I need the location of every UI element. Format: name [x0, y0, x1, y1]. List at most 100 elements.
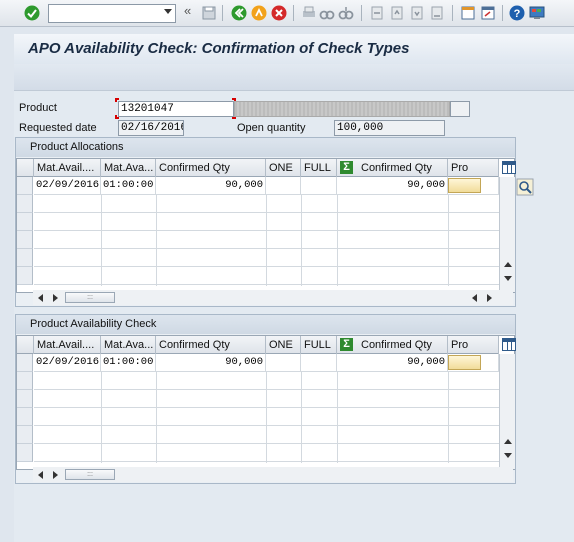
focus-corner-icon — [115, 98, 119, 102]
row-selector[interactable] — [17, 390, 33, 408]
column-header-pro[interactable]: Pro — [448, 336, 499, 354]
last-page-icon[interactable] — [428, 4, 446, 22]
scroll-left-icon[interactable] — [38, 294, 43, 302]
column-header-one[interactable]: ONE — [266, 159, 301, 177]
cell-time: 01:00:00 — [101, 354, 156, 372]
back-icon[interactable] — [230, 4, 248, 22]
column-header-mat-avail-time[interactable]: Mat.Ava... — [101, 336, 156, 354]
focus-corner-icon — [115, 115, 119, 119]
cell-time: 01:00:00 — [101, 177, 156, 195]
scroll-down-icon[interactable] — [504, 453, 512, 458]
shortcut-icon[interactable] — [479, 4, 497, 22]
column-header-mat-avail-time[interactable]: Mat.Ava... — [101, 159, 156, 177]
open-quantity-label: Open quantity — [237, 122, 306, 134]
product-allocations-group: Product Allocations Mat.Avail.... Mat.Av… — [15, 137, 516, 307]
column-header-full[interactable]: FULL — [301, 159, 337, 177]
scroll-up-icon[interactable] — [504, 262, 512, 267]
cell-full — [301, 354, 337, 372]
requested-date-value: 02/16/2016 — [121, 122, 184, 134]
select-all-cell[interactable] — [17, 159, 34, 177]
standard-toolbar: « ? — [0, 0, 574, 27]
column-header-sum-confirmed-qty[interactable]: Σ Confirmed Qty — [337, 336, 448, 354]
svg-text:?: ? — [514, 8, 521, 20]
product-availability-check-grid: Mat.Avail.... Mat.Ava... Confirmed Qty O… — [16, 335, 516, 470]
row-selector[interactable] — [17, 267, 33, 285]
row-selector[interactable] — [17, 372, 33, 390]
cell-pro — [448, 177, 499, 195]
command-dropdown-icon[interactable] — [164, 9, 172, 14]
scroll-left-end-icon[interactable] — [472, 294, 477, 302]
customize-layout-icon[interactable] — [528, 4, 546, 22]
column-header-confirmed-qty[interactable]: Confirmed Qty — [156, 159, 266, 177]
column-header-sum-confirmed-qty[interactable]: Σ Confirmed Qty — [337, 159, 448, 177]
grid-header: Mat.Avail.... Mat.Ava... Confirmed Qty O… — [17, 159, 499, 177]
sum-icon: Σ — [340, 338, 353, 351]
column-header-sum-confirmed-qty-label: Confirmed Qty — [361, 162, 432, 174]
cell-confirmed-qty: 90,000 — [156, 354, 266, 372]
next-page-icon[interactable] — [408, 4, 426, 22]
horizontal-scrollbar[interactable]: ::: — [33, 467, 513, 482]
cell-one — [266, 354, 301, 372]
row-selector[interactable] — [17, 249, 33, 267]
scroll-right-end-icon[interactable] — [487, 294, 492, 302]
find-icon[interactable] — [318, 4, 336, 22]
row-selector[interactable] — [17, 195, 33, 213]
row-selector[interactable] — [17, 177, 33, 195]
save-icon[interactable] — [200, 4, 218, 22]
scroll-up-icon[interactable] — [504, 439, 512, 444]
scroll-left-icon[interactable] — [38, 471, 43, 479]
open-quantity-field: 100,000 — [334, 120, 445, 136]
new-session-icon[interactable] — [459, 4, 477, 22]
exit-icon[interactable] — [250, 4, 268, 22]
open-quantity-value: 100,000 — [337, 122, 384, 134]
product-allocation-button[interactable] — [448, 178, 481, 193]
column-header-one[interactable]: ONE — [266, 336, 301, 354]
product-label: Product — [19, 102, 57, 114]
row-selector[interactable] — [17, 354, 33, 372]
row-selector[interactable] — [17, 408, 33, 426]
magnifier-icon[interactable] — [516, 178, 534, 196]
cell-sum-confirmed-qty: 90,000 — [337, 177, 448, 195]
row-selector[interactable] — [17, 213, 33, 231]
vertical-scrollbar[interactable] — [499, 177, 515, 292]
row-selector[interactable] — [17, 231, 33, 249]
product-availability-check-group: Product Availability Check Mat.Avail....… — [15, 314, 516, 484]
column-header-full[interactable]: FULL — [301, 336, 337, 354]
command-field[interactable] — [48, 4, 176, 23]
find-next-icon[interactable] — [337, 4, 355, 22]
column-header-pro[interactable]: Pro — [448, 159, 499, 177]
product-description-field — [234, 101, 450, 117]
print-icon[interactable] — [300, 4, 318, 22]
enter-icon[interactable] — [23, 4, 41, 22]
title-bar: APO Availability Check: Confirmation of … — [14, 34, 574, 64]
first-page-icon[interactable] — [368, 4, 386, 22]
scroll-thumb[interactable]: ::: — [65, 292, 115, 303]
cell-pro — [448, 354, 499, 372]
row-selector[interactable] — [17, 444, 33, 462]
scroll-right-icon[interactable] — [53, 471, 58, 479]
scroll-down-icon[interactable] — [504, 276, 512, 281]
column-header-mat-avail-date[interactable]: Mat.Avail.... — [34, 159, 101, 177]
help-icon[interactable]: ? — [508, 4, 526, 22]
previous-page-icon[interactable] — [388, 4, 406, 22]
product-allocations-grid: Mat.Avail.... Mat.Ava... Confirmed Qty O… — [16, 158, 516, 293]
column-header-confirmed-qty[interactable]: Confirmed Qty — [156, 336, 266, 354]
grid-layout-icon[interactable] — [502, 338, 516, 351]
product-allocations-title: Product Allocations — [16, 138, 515, 157]
grid-header: Mat.Avail.... Mat.Ava... Confirmed Qty O… — [17, 336, 499, 354]
application-toolbar — [14, 64, 574, 91]
scroll-right-icon[interactable] — [53, 294, 58, 302]
grid-layout-icon[interactable] — [502, 161, 516, 174]
main-area: Product 13201047 Requested date 02/16/20… — [14, 91, 574, 542]
column-header-mat-avail-date[interactable]: Mat.Avail.... — [34, 336, 101, 354]
product-availability-button[interactable] — [448, 355, 481, 370]
cancel-icon[interactable] — [270, 4, 288, 22]
vertical-scrollbar[interactable] — [499, 354, 515, 469]
row-selector[interactable] — [17, 426, 33, 444]
product-input[interactable]: 13201047 — [118, 101, 234, 117]
select-all-cell[interactable] — [17, 336, 34, 354]
horizontal-scrollbar[interactable]: ::: — [33, 290, 513, 305]
scroll-thumb[interactable]: ::: — [65, 469, 115, 480]
cell-date: 02/09/2016 — [34, 177, 101, 195]
cell-full — [301, 177, 337, 195]
